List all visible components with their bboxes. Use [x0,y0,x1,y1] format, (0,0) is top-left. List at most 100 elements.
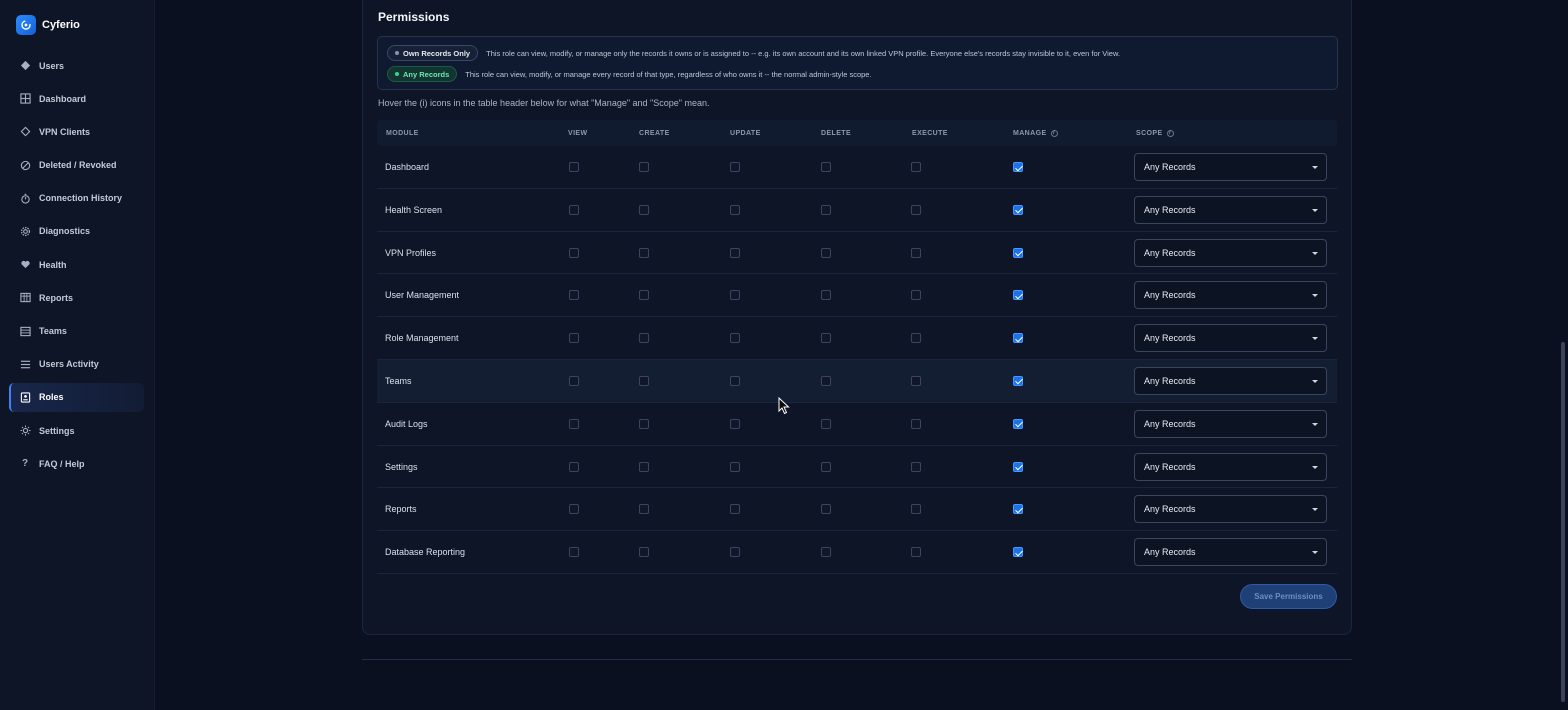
scope-select[interactable]: Any Records [1134,409,1327,438]
execute-checkbox[interactable] [911,333,921,344]
execute-checkbox[interactable] [911,461,921,472]
update-checkbox[interactable] [730,375,740,386]
execute-checkbox[interactable] [911,418,921,429]
delete-checkbox[interactable] [821,418,831,429]
update-checkbox[interactable] [730,290,740,301]
sidebar-item-diagnostics[interactable]: Diagnostics [9,217,144,246]
view-checkbox[interactable] [569,461,579,472]
create-checkbox[interactable] [639,204,649,215]
id-badge-icon [19,391,31,403]
view-checkbox[interactable] [569,504,579,515]
delete-checkbox[interactable] [821,375,831,386]
update-checkbox[interactable] [730,162,740,172]
manage-checkbox[interactable] [1013,461,1023,472]
delete-checkbox[interactable] [821,290,831,301]
table-row: User Management Any Records [377,274,1337,318]
sidebar-item-faq-help[interactable]: ? FAQ / Help [9,449,144,478]
delete-checkbox[interactable] [821,204,831,215]
create-checkbox[interactable] [639,162,649,172]
page-scrollbar[interactable] [1558,0,1568,710]
table-row: Reports Any Records [377,488,1337,532]
manage-checkbox[interactable] [1013,247,1023,258]
update-checkbox[interactable] [730,204,740,215]
scope-select[interactable]: Any Records [1134,495,1327,524]
scope-select[interactable]: Any Records [1134,195,1327,224]
manage-info-icon[interactable]: i [1050,129,1058,137]
scope-select[interactable]: Any Records [1134,281,1327,310]
sidebar-item-deleted-revoked[interactable]: Deleted / Revoked [9,151,144,180]
sidebar-item-roles[interactable]: Roles [9,382,144,412]
execute-checkbox[interactable] [911,247,921,258]
sidebar-item-reports[interactable]: Reports [9,283,144,312]
view-checkbox[interactable] [569,290,579,301]
execute-checkbox[interactable] [911,375,921,386]
sidebar-item-teams[interactable]: Teams [9,317,144,346]
scope-select-value: Any Records [1144,247,1196,258]
sidebar-item-connection-history[interactable]: Connection History [9,184,144,213]
permissions-table: MODULE VIEW CREATE UPDATE DELETE EXECUTE… [377,120,1337,574]
scope-select[interactable]: Any Records [1134,153,1327,181]
scope-select[interactable]: Any Records [1134,538,1327,567]
sidebar-item-dashboard[interactable]: Dashboard [9,84,144,113]
create-checkbox[interactable] [639,418,649,429]
manage-checkbox[interactable] [1013,333,1023,344]
scope-select-value: Any Records [1144,204,1196,215]
create-checkbox[interactable] [639,333,649,344]
view-checkbox[interactable] [569,375,579,386]
sidebar-item-users[interactable]: Users [9,51,144,80]
view-checkbox[interactable] [569,547,579,558]
manage-checkbox[interactable] [1013,290,1023,301]
module-name: Health Screen [385,204,443,215]
view-checkbox[interactable] [569,204,579,215]
delete-checkbox[interactable] [821,504,831,515]
create-checkbox[interactable] [639,247,649,258]
view-checkbox[interactable] [569,247,579,258]
create-checkbox[interactable] [639,461,649,472]
sidebar-item-vpn-clients[interactable]: VPN Clients [9,117,144,146]
delete-checkbox[interactable] [821,247,831,258]
sidebar-item-health[interactable]: Health [9,250,144,279]
manage-checkbox[interactable] [1013,547,1023,558]
view-checkbox[interactable] [569,418,579,429]
manage-checkbox[interactable] [1013,504,1023,515]
sidebar-item-label: Roles [39,392,64,403]
scope-select[interactable]: Any Records [1134,452,1327,481]
sidebar-item-users-activity[interactable]: Users Activity [9,350,144,379]
table-row: Database Reporting Any Records [377,531,1337,574]
view-checkbox[interactable] [569,162,579,172]
execute-checkbox[interactable] [911,290,921,301]
delete-checkbox[interactable] [821,461,831,472]
delete-checkbox[interactable] [821,162,831,172]
scope-select[interactable]: Any Records [1134,366,1327,395]
update-checkbox[interactable] [730,547,740,558]
manage-checkbox[interactable] [1013,162,1023,172]
chevron-down-icon [1312,465,1318,469]
create-checkbox[interactable] [639,290,649,301]
update-checkbox[interactable] [730,418,740,429]
update-checkbox[interactable] [730,247,740,258]
create-checkbox[interactable] [639,547,649,558]
delete-checkbox[interactable] [821,333,831,344]
scope-select[interactable]: Any Records [1134,238,1327,267]
sidebar-item-settings[interactable]: Settings [9,416,144,445]
scope-select[interactable]: Any Records [1134,324,1327,353]
brand[interactable]: Cyferio [16,15,80,35]
chevron-down-icon [1312,508,1318,512]
scope-info-icon[interactable]: i [1166,129,1174,137]
execute-checkbox[interactable] [911,162,921,172]
create-checkbox[interactable] [639,375,649,386]
delete-checkbox[interactable] [821,547,831,558]
execute-checkbox[interactable] [911,204,921,215]
update-checkbox[interactable] [730,461,740,472]
update-checkbox[interactable] [730,504,740,515]
create-checkbox[interactable] [639,504,649,515]
manage-checkbox[interactable] [1013,204,1023,215]
scrollbar-thumb[interactable] [1561,342,1565,702]
manage-checkbox[interactable] [1013,375,1023,386]
execute-checkbox[interactable] [911,504,921,515]
execute-checkbox[interactable] [911,547,921,558]
view-checkbox[interactable] [569,333,579,344]
update-checkbox[interactable] [730,333,740,344]
manage-checkbox[interactable] [1013,418,1023,429]
save-permissions-button[interactable]: Save Permissions [1240,584,1337,609]
